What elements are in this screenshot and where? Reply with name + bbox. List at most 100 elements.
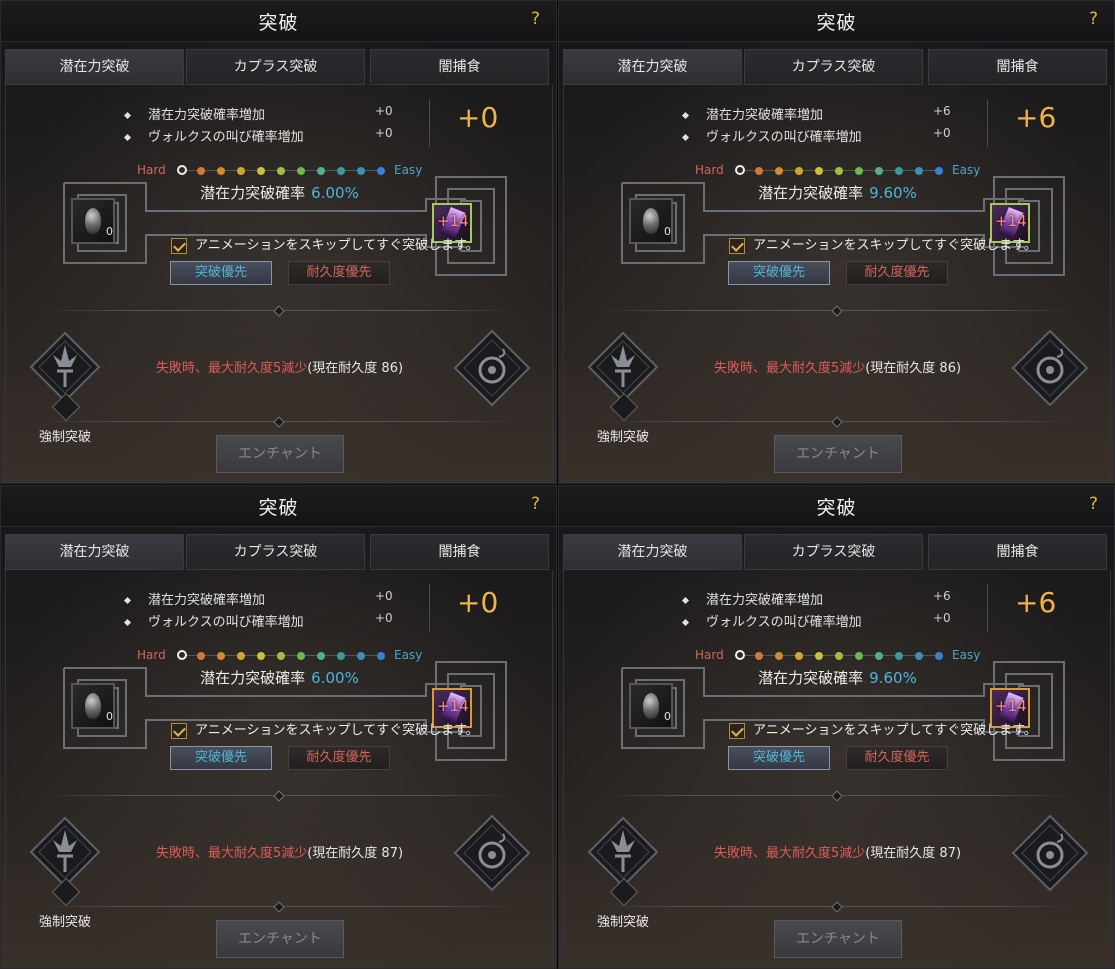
skip-label: アニメーションをスキップしてすぐ突破します。 [195,723,479,738]
tab-caphras-breakthrough[interactable]: カプラス突破 [186,534,365,570]
tab-bar: 潜在力突破 カプラス突破 闇捕食 [5,534,551,570]
breakthrough-priority-button[interactable]: 突破優先 [170,261,272,285]
force-breakthrough-label: 強制突破 [39,915,92,930]
skip-animation-option[interactable]: アニメーションをスキップしてすぐ突破します。 [729,719,1037,739]
bonus-row: 潜在力突破確率増加 +0 [123,104,393,123]
bonus-row: 潜在力突破確率増加 +0 [123,589,393,608]
divider-vertical [987,584,988,632]
failure-penalty: 失敗時、最大耐久度5減少 [155,846,308,861]
force-breakthrough-label: 強制突破 [39,430,92,445]
tab-bar: 潜在力突破 カプラス突破 闇捕食 [563,49,1109,85]
bonus-label: ヴォルクスの叫び確率増加 [148,615,304,630]
durability-priority-button[interactable]: 耐久度優先 [288,261,390,285]
bonus-value: +6 [933,104,951,118]
tab-dark-predation[interactable]: 闇捕食 [370,49,549,85]
black-stone-icon [643,693,659,719]
tab-dark-predation[interactable]: 闇捕食 [928,534,1107,570]
black-stone-icon [85,208,101,234]
bonus-row: 潜在力突破確率増加 +6 [681,104,951,123]
checkbox-checked-icon[interactable] [171,722,187,739]
checkbox-checked-icon[interactable] [729,722,745,739]
tab-potential-breakthrough[interactable]: 潜在力突破 [563,534,742,570]
breakthrough-panel: 突破 ? 潜在力突破 カプラス突破 闇捕食 潜在力突破確率増加 +6 ヴォルクスの… [558,485,1115,969]
breakthrough-panel: 突破 ? 潜在力突破 カプラス突破 闇捕食 潜在力突破確率増加 +0 ヴォルクスの… [0,0,557,484]
total-bonus-value: +6 [1015,586,1057,619]
section-divider [599,305,1075,317]
checkbox-checked-icon[interactable] [171,237,187,254]
help-button[interactable]: ? [531,9,540,29]
skip-animation-option[interactable]: アニメーションをスキップしてすぐ突破します。 [171,719,479,739]
bonus-row: 潜在力突破確率増加 +6 [681,589,951,608]
tab-caphras-breakthrough[interactable]: カプラス突破 [186,49,365,85]
bonus-value: +0 [375,126,393,140]
current-durability: (現在耐久度 87) [865,846,962,861]
help-button[interactable]: ? [531,494,540,514]
cron-stone-emblem-icon[interactable] [1011,329,1089,407]
panel-title: 突破 [816,497,857,519]
breakthrough-priority-button[interactable]: 突破優先 [170,746,272,770]
durability-priority-button[interactable]: 耐久度優先 [846,746,948,770]
target-level: +14 [437,697,469,715]
cron-stone-emblem-icon[interactable] [453,329,531,407]
total-bonus-value: +6 [1015,101,1057,134]
tab-caphras-breakthrough[interactable]: カプラス突破 [744,534,923,570]
failure-penalty: 失敗時、最大耐久度5減少 [713,846,866,861]
skip-label: アニメーションをスキップしてすぐ突破します。 [195,238,479,253]
bonus-label: 潜在力突破確率増加 [148,593,266,608]
enchant-button[interactable]: エンチャント [216,435,344,473]
tab-dark-predation[interactable]: 闇捕食 [370,534,549,570]
section-divider [41,416,517,428]
screenshot-grid: 突破 ? 潜在力突破 カプラス突破 闇捕食 潜在力突破確率増加 +0 ヴォルクスの… [0,0,1115,969]
target-level: +14 [995,697,1027,715]
cron-stone-emblem-icon[interactable] [453,814,531,892]
enchant-button[interactable]: エンチャント [774,920,902,958]
force-breakthrough-label: 強制突破 [597,430,650,445]
bonus-label: ヴォルクスの叫び確率増加 [706,615,862,630]
help-button[interactable]: ? [1089,494,1098,514]
target-level: +14 [995,212,1027,230]
enchant-button[interactable]: エンチャント [216,920,344,958]
tab-dark-predation[interactable]: 闇捕食 [928,49,1107,85]
bonus-value: +0 [933,126,951,140]
bonus-label: ヴォルクスの叫び確率増加 [706,130,862,145]
tab-bar: 潜在力突破 カプラス突破 闇捕食 [5,49,551,85]
bullet-icon [681,133,690,142]
material-count: 0 [664,710,671,723]
durability-priority-button[interactable]: 耐久度優先 [288,746,390,770]
cron-stone-emblem-icon[interactable] [1011,814,1089,892]
section-divider [41,790,517,802]
bullet-icon [123,133,132,142]
durability-priority-button[interactable]: 耐久度優先 [846,261,948,285]
section-divider [41,901,517,913]
current-durability: (現在耐久度 86) [865,361,962,376]
bullet-icon [681,618,690,627]
force-breakthrough-label: 強制突破 [597,915,650,930]
breakthrough-priority-button[interactable]: 突破優先 [728,261,830,285]
failure-penalty: 失敗時、最大耐久度5減少 [713,361,866,376]
bonus-row: ヴォルクスの叫び確率増加 +0 [123,611,393,630]
tab-potential-breakthrough[interactable]: 潜在力突破 [563,49,742,85]
breakthrough-priority-button[interactable]: 突破優先 [728,746,830,770]
bonus-label: 潜在力突破確率増加 [706,108,824,123]
bonus-label: ヴォルクスの叫び確率増加 [148,130,304,145]
checkbox-checked-icon[interactable] [729,237,745,254]
skip-animation-option[interactable]: アニメーションをスキップしてすぐ突破します。 [171,234,479,254]
panel-title: 突破 [816,12,857,34]
help-button[interactable]: ? [1089,9,1098,29]
tab-potential-breakthrough[interactable]: 潜在力突破 [5,534,184,570]
tab-potential-breakthrough[interactable]: 潜在力突破 [5,49,184,85]
total-bonus-value: +0 [457,101,499,134]
material-count: 0 [106,710,113,723]
tab-caphras-breakthrough[interactable]: カプラス突破 [744,49,923,85]
enchant-button[interactable]: エンチャント [774,435,902,473]
bonus-row: ヴォルクスの叫び確率増加 +0 [123,126,393,145]
divider-vertical [429,99,430,147]
skip-label: アニメーションをスキップしてすぐ突破します。 [753,238,1037,253]
skip-animation-option[interactable]: アニメーションをスキップしてすぐ突破します。 [729,234,1037,254]
bonus-row: ヴォルクスの叫び確率増加 +0 [681,611,951,630]
bonus-value: +0 [933,611,951,625]
bonus-value: +0 [375,104,393,118]
bullet-icon [123,111,132,120]
black-stone-icon [643,208,659,234]
bullet-icon [681,596,690,605]
